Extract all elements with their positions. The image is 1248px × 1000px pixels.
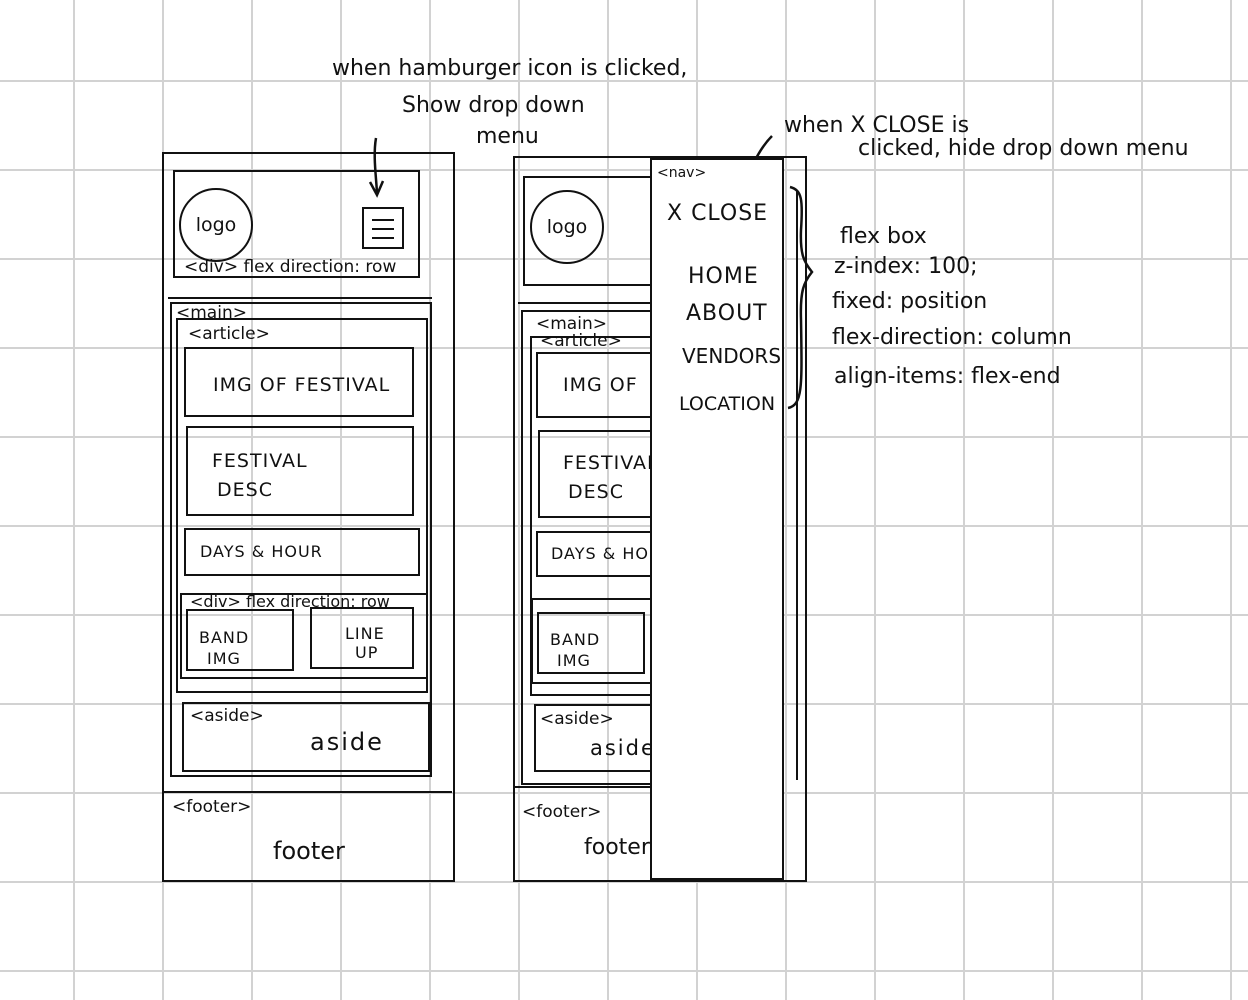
nav-tag: <nav>: [657, 165, 707, 181]
right-logo: logo: [530, 190, 604, 264]
left-band-img-line1: BAND: [199, 628, 250, 647]
nav-item-about[interactable]: ABOUT: [686, 301, 768, 326]
nav-item-home[interactable]: HOME: [688, 264, 759, 289]
right-festival-desc-line2: DESC: [568, 481, 624, 503]
right-img-festival-label: IMG OF: [563, 374, 638, 396]
left-aside-tag: <aside>: [190, 706, 264, 726]
nav-right-edge-extension: [796, 190, 798, 780]
left-header-divider: [168, 297, 432, 299]
left-footer-label: footer: [273, 837, 345, 865]
right-footer-tag: <footer>: [522, 802, 602, 822]
left-header-tag: <div> flex direction: row: [184, 257, 397, 277]
left-logo: logo: [179, 188, 253, 262]
right-days-hour-label: DAYS & HO: [551, 544, 649, 563]
right-festival-desc: [538, 430, 656, 518]
left-aside-label: aside: [310, 728, 384, 756]
left-lineup-line2: UP: [355, 643, 379, 662]
left-festival-desc-line2: DESC: [217, 479, 273, 501]
left-lineup-line1: LINE: [345, 624, 385, 643]
nav-close-button[interactable]: X CLOSE: [667, 201, 768, 226]
left-band-img-line2: IMG: [207, 649, 241, 668]
right-festival-desc-line1: FESTIVAL: [563, 452, 659, 474]
right-header-divider: [518, 302, 654, 304]
right-footer-label: footer: [584, 835, 650, 860]
right-band-img-line2: IMG: [557, 651, 591, 670]
left-footer-divider: [162, 791, 452, 793]
right-article-tag: <article>: [540, 331, 622, 351]
left-img-festival-label: IMG OF FESTIVAL: [213, 374, 391, 396]
right-aside-tag: <aside>: [540, 709, 614, 729]
left-footer-tag: <footer>: [172, 797, 252, 817]
left-festival-desc-line1: FESTIVAL: [212, 450, 308, 472]
right-aside-label: aside: [590, 736, 656, 760]
left-article-tag: <article>: [188, 324, 270, 344]
right-band-img-line1: BAND: [550, 630, 601, 649]
left-days-hour-label: DAYS & HOUR: [200, 542, 323, 561]
nav-item-vendors[interactable]: VENDORS: [682, 344, 781, 368]
hamburger-icon[interactable]: [362, 207, 404, 249]
nav-item-location[interactable]: LOCATION: [679, 393, 775, 415]
